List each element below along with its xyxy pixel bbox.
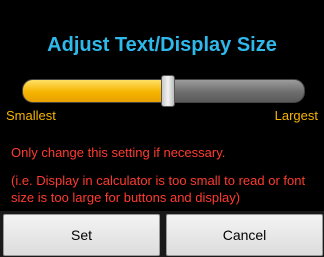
dialog-title: Adjust Text/Display Size — [47, 34, 277, 56]
slider-max-label: Largest — [274, 108, 318, 123]
size-slider-fill — [23, 80, 170, 102]
warning-text: Only change this setting if necessary. — [11, 145, 226, 160]
slider-min-label: Smallest — [6, 108, 56, 123]
set-button[interactable]: Set — [3, 214, 160, 256]
size-slider-thumb[interactable] — [161, 75, 176, 107]
cancel-button[interactable]: Cancel — [166, 214, 323, 256]
warning-detail-text: (i.e. Display in calculator is too small… — [11, 173, 306, 205]
